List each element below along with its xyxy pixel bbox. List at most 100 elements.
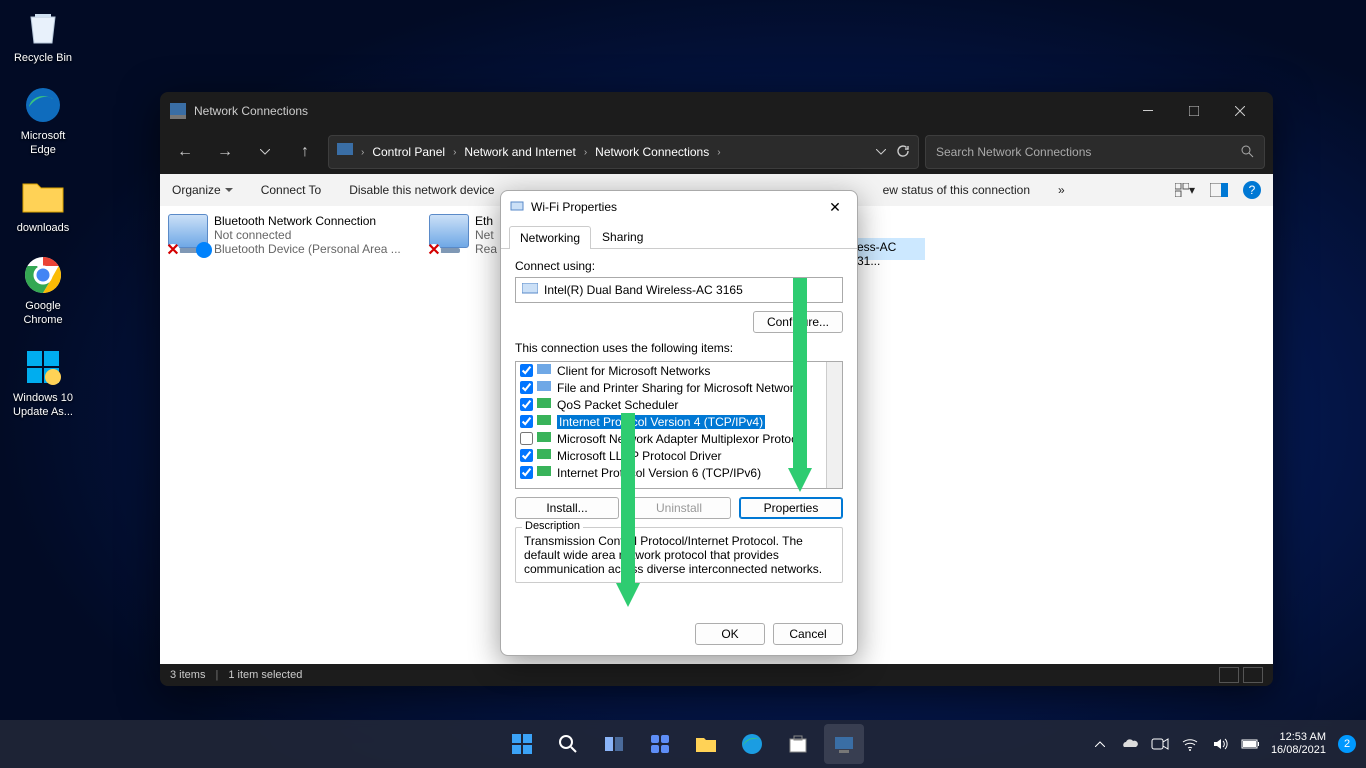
scrollbar[interactable] bbox=[826, 362, 842, 488]
network-adapter-icon bbox=[522, 283, 538, 298]
desktop-icon-win10-update[interactable]: Windows 10 Update As... bbox=[8, 345, 78, 419]
organize-menu[interactable]: Organize bbox=[172, 183, 233, 197]
recycle-bin-icon bbox=[21, 5, 65, 49]
cancel-button[interactable]: Cancel bbox=[773, 623, 843, 645]
configure-button[interactable]: Configure... bbox=[753, 311, 843, 333]
tab-networking[interactable]: Networking bbox=[509, 226, 591, 249]
list-item: QoS Packet Scheduler bbox=[516, 396, 842, 413]
control-panel-button[interactable] bbox=[824, 724, 864, 764]
address-dropdown[interactable] bbox=[876, 144, 886, 161]
icons-view-button[interactable] bbox=[1243, 667, 1263, 683]
desktop-icon-downloads[interactable]: downloads bbox=[8, 175, 78, 235]
dialog-title: Wi-Fi Properties bbox=[531, 200, 617, 214]
dialog-titlebar[interactable]: Wi-Fi Properties ✕ bbox=[501, 191, 857, 223]
address-bar[interactable]: › Control Panel › Network and Internet ›… bbox=[328, 135, 919, 169]
close-button[interactable]: ✕ bbox=[821, 193, 849, 221]
view-status-button[interactable]: ew status of this connection bbox=[883, 183, 1030, 197]
battery-icon[interactable] bbox=[1241, 735, 1259, 753]
items-label: This connection uses the following items… bbox=[515, 341, 843, 355]
client-icon bbox=[537, 364, 553, 378]
close-button[interactable] bbox=[1217, 96, 1263, 126]
preview-pane-button[interactable] bbox=[1209, 180, 1229, 200]
search-icon bbox=[1240, 144, 1254, 161]
breadcrumb[interactable]: Network Connections bbox=[595, 145, 709, 159]
volume-icon[interactable] bbox=[1211, 735, 1229, 753]
breadcrumb[interactable]: Network and Internet bbox=[464, 145, 575, 159]
up-button[interactable]: ↑ bbox=[288, 135, 322, 169]
clock[interactable]: 12:53 AM 16/08/2021 bbox=[1271, 731, 1326, 757]
minimize-button[interactable] bbox=[1125, 96, 1171, 126]
wifi-icon[interactable] bbox=[1181, 735, 1199, 753]
widgets-button[interactable] bbox=[640, 724, 680, 764]
connect-to-button[interactable]: Connect To bbox=[261, 183, 322, 197]
list-item: File and Printer Sharing for Microsoft N… bbox=[516, 379, 842, 396]
edge-button[interactable] bbox=[732, 724, 772, 764]
description-box: Description Transmission Control Protoco… bbox=[515, 527, 843, 583]
description-text: Transmission Control Protocol/Internet P… bbox=[524, 534, 834, 576]
maximize-button[interactable] bbox=[1171, 96, 1217, 126]
more-commands[interactable]: » bbox=[1058, 183, 1065, 197]
ok-button[interactable]: OK bbox=[695, 623, 765, 645]
list-item-selected: Internet Protocol Version 4 (TCP/IPv4) bbox=[516, 413, 842, 430]
list-item: Internet Protocol Version 6 (TCP/IPv6) bbox=[516, 464, 842, 481]
item-checkbox[interactable] bbox=[520, 432, 533, 445]
search-placeholder: Search Network Connections bbox=[936, 145, 1091, 159]
desktop-icon-label: Recycle Bin bbox=[8, 51, 78, 65]
disable-device-button[interactable]: Disable this network device bbox=[349, 183, 494, 197]
explorer-titlebar[interactable]: Network Connections bbox=[160, 92, 1273, 130]
notifications-badge[interactable]: 2 bbox=[1338, 735, 1356, 753]
folder-icon bbox=[21, 175, 65, 219]
adapter-properties-icon bbox=[509, 199, 525, 215]
search-box[interactable]: Search Network Connections bbox=[925, 135, 1265, 169]
desktop-icon-label: Windows 10 Update As... bbox=[8, 391, 78, 419]
item-checkbox[interactable] bbox=[520, 398, 533, 411]
back-button[interactable]: ← bbox=[168, 135, 202, 169]
breadcrumb[interactable]: Control Panel bbox=[372, 145, 445, 159]
forward-button[interactable]: → bbox=[208, 135, 242, 169]
desktop-icon-edge[interactable]: Microsoft Edge bbox=[8, 83, 78, 157]
start-button[interactable] bbox=[502, 724, 542, 764]
meet-now-icon[interactable] bbox=[1151, 735, 1169, 753]
store-button[interactable] bbox=[778, 724, 818, 764]
desktop-icon-chrome[interactable]: Google Chrome bbox=[8, 253, 78, 327]
file-explorer-button[interactable] bbox=[686, 724, 726, 764]
item-checkbox[interactable] bbox=[520, 364, 533, 377]
ethernet-adapter-icon: ✕ bbox=[429, 214, 469, 254]
item-checkbox[interactable] bbox=[520, 381, 533, 394]
time: 12:53 AM bbox=[1271, 731, 1326, 744]
taskbar-center bbox=[502, 724, 864, 764]
chrome-icon bbox=[21, 253, 65, 297]
connect-using-label: Connect using: bbox=[515, 259, 843, 273]
components-list[interactable]: Client for Microsoft Networks File and P… bbox=[515, 361, 843, 489]
view-options-button[interactable]: ▾ bbox=[1175, 180, 1195, 200]
item-checkbox[interactable] bbox=[520, 449, 533, 462]
item-checkbox[interactable] bbox=[520, 415, 533, 428]
connection-item-wifi-selected[interactable]: ess-AC 31... bbox=[855, 238, 925, 260]
bluetooth-adapter-icon: ✕ bbox=[168, 214, 208, 254]
help-button[interactable]: ? bbox=[1243, 181, 1261, 199]
recent-dropdown[interactable] bbox=[248, 135, 282, 169]
connection-item-bluetooth[interactable]: ✕ Bluetooth Network Connection Not conne… bbox=[168, 214, 413, 256]
connection-item-ethernet[interactable]: ✕ Eth Net Rea bbox=[429, 214, 509, 256]
wifi-properties-dialog: Wi-Fi Properties ✕ Networking Sharing Co… bbox=[500, 190, 858, 656]
tray-overflow-button[interactable] bbox=[1091, 735, 1109, 753]
chevron-right-icon: › bbox=[580, 147, 591, 158]
onedrive-icon[interactable] bbox=[1121, 735, 1139, 753]
desktop-icon-recycle-bin[interactable]: Recycle Bin bbox=[8, 5, 78, 65]
tab-sharing[interactable]: Sharing bbox=[591, 225, 654, 248]
system-tray: 12:53 AM 16/08/2021 2 bbox=[1091, 731, 1366, 757]
refresh-button[interactable] bbox=[896, 144, 910, 161]
status-bar: 3 items | 1 item selected bbox=[160, 664, 1273, 686]
search-button[interactable] bbox=[548, 724, 588, 764]
task-view-button[interactable] bbox=[594, 724, 634, 764]
desktop-icon-label: downloads bbox=[8, 221, 78, 235]
network-connections-icon bbox=[170, 103, 186, 119]
item-checkbox[interactable] bbox=[520, 466, 533, 479]
adapter-name: Intel(R) Dual Band Wireless-AC 3165 bbox=[544, 283, 743, 297]
dialog-tabs: Networking Sharing bbox=[501, 225, 857, 249]
details-view-button[interactable] bbox=[1219, 667, 1239, 683]
install-button[interactable]: Install... bbox=[515, 497, 619, 519]
properties-button[interactable]: Properties bbox=[739, 497, 843, 519]
protocol-icon bbox=[537, 415, 553, 429]
windows-update-icon bbox=[21, 345, 65, 389]
